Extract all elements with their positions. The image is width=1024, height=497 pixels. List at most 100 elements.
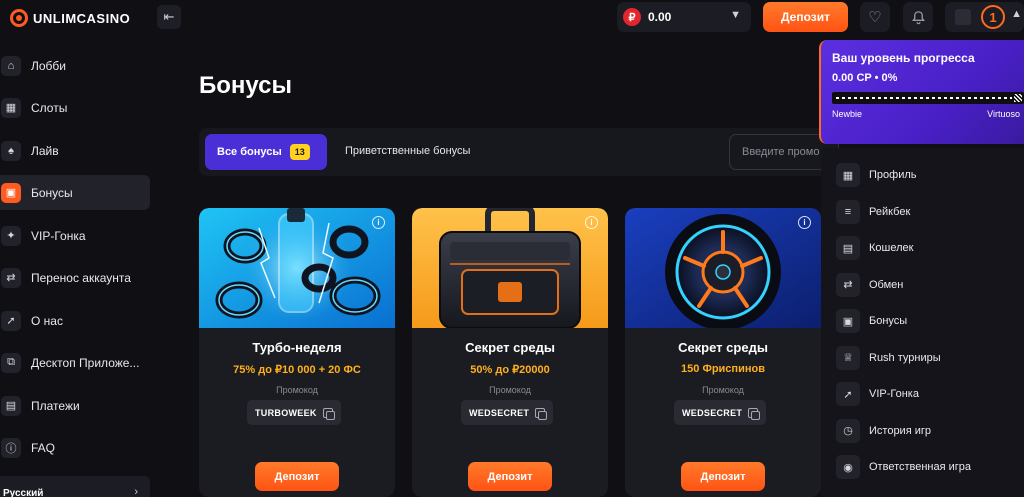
user-menu-item-2[interactable]: ≡ Рейкбек: [836, 199, 1024, 225]
turbo-week-illustration: [199, 208, 395, 328]
wallet-icon: ▤: [836, 236, 860, 260]
sidebar-item-label: Лобби: [31, 58, 66, 73]
user-menu-item-7[interactable]: ➚ VIP-Гонка: [836, 381, 1024, 407]
clock-icon: ◷: [836, 418, 860, 443]
promo-code: WEDSECRET: [469, 407, 530, 418]
sidebar-item-label: Лайв: [31, 143, 59, 158]
card-deposit-button[interactable]: Депозит: [255, 462, 339, 491]
transfer-icon: ⇄: [1, 267, 21, 288]
page-title: Бонусы: [199, 72, 292, 99]
bonus-offer: 50% до ₽20000: [470, 364, 550, 376]
currency-icon: ₽: [623, 8, 641, 26]
home-icon: ⌂: [1, 55, 21, 76]
sidebar-item-1[interactable]: ⌂ Лобби: [0, 48, 150, 83]
language-selector[interactable]: Русский ›: [0, 476, 150, 497]
balance-selector[interactable]: ₽ 0.00 ▼: [617, 2, 751, 32]
favorites-button[interactable]: ♡: [860, 2, 890, 32]
user-menu-item-8[interactable]: ◷ История игр: [836, 418, 1024, 444]
bonus-offer: 150 Фриспинов: [681, 363, 765, 375]
deposit-button[interactable]: Депозит: [763, 2, 848, 32]
user-menu-item-5[interactable]: ▣ Бонусы: [836, 308, 1024, 334]
sparkle-icon: ✦: [1, 225, 21, 246]
bonus-title: Секрет среды: [678, 340, 768, 355]
bonus-card-image: i: [199, 208, 395, 328]
sidebar-item-label: Перенос аккаунта: [31, 270, 131, 285]
bonus-offer: 75% до ₽10 000 + 20 ФС: [233, 364, 361, 376]
user-menu-item-3[interactable]: ▤ Кошелек: [836, 235, 1024, 261]
progress-bar: [832, 92, 1024, 104]
promo-label: Промокод: [489, 385, 531, 395]
progress-stats: 0.00 CP • 0%: [832, 72, 898, 84]
top-bar: unlimcasino ⇤ ₽ 0.00 ▼ Депозит ♡ 1 ▲: [0, 0, 1024, 34]
tab-welcome-bonuses[interactable]: Приветственные бонусы: [345, 145, 470, 157]
sidebar-item-2[interactable]: ▦ Слоты: [0, 90, 150, 125]
info-icon[interactable]: i: [798, 216, 811, 229]
sidebar-item-label: Десктоп Приложе...: [31, 355, 140, 370]
transfer-icon: ⇄: [836, 272, 860, 297]
sidebar-item-label: FAQ: [31, 440, 56, 455]
balance-value: 0.00: [648, 10, 672, 24]
user-menu-label: Rush турниры: [869, 351, 941, 364]
user-menu-label: VIP-Гонка: [869, 388, 919, 400]
bonus-card: i Секрет среды 50% до ₽20000 Промокод WE…: [412, 208, 608, 497]
bell-icon: [911, 10, 925, 24]
copy-icon: [748, 407, 761, 420]
info-icon: ⓘ: [1, 437, 21, 458]
sidebar-item-8[interactable]: ⧉ Десктоп Приложе...: [0, 345, 150, 380]
bonus-card: i Секрет среды 150 Фриспинов Промокод WE…: [625, 208, 821, 497]
user-menu-toggle[interactable]: 1 ▲: [945, 2, 1024, 32]
progress-title: Ваш уровень прогресса: [832, 51, 975, 65]
sidebar-item-label: Бонусы: [31, 185, 73, 200]
collapse-icon: ⇤: [163, 9, 175, 24]
sidebar-item-9[interactable]: ▤ Платежи: [0, 388, 150, 423]
chevron-right-icon: ›: [134, 486, 138, 497]
grid-icon: ▦: [836, 163, 860, 187]
user-menu-label: Кошелек: [869, 242, 914, 254]
info-icon[interactable]: i: [372, 216, 385, 229]
promo-code: TURBOWEEK: [255, 407, 317, 418]
level-badge: 1: [981, 5, 1005, 29]
bonus-title: Секрет среды: [465, 340, 555, 355]
progress-panel: Ваш уровень прогресса 0.00 CP • 0% Newbi…: [819, 40, 1024, 144]
eye-icon: ◉: [836, 455, 860, 479]
rocket-icon: ➚: [836, 382, 860, 406]
suitcase-illustration: [412, 208, 608, 328]
sidebar-item-3[interactable]: ♠ Лайв: [0, 133, 150, 168]
sidebar-item-label: VIP-Гонка: [31, 228, 86, 243]
promo-code-chip[interactable]: WEDSECRET: [461, 400, 554, 425]
user-menu-item-6[interactable]: ♕ Rush турниры: [836, 345, 1024, 371]
sidebar-item-7[interactable]: ➚ О нас: [0, 303, 150, 338]
logo[interactable]: unlimcasino: [10, 9, 130, 27]
trophy-icon: ♕: [836, 345, 860, 370]
user-menu-item-1[interactable]: ▦ Профиль: [836, 162, 1024, 188]
bonus-card: i Турбо-неделя 75% до ₽10 000 + 20 ФС Пр…: [199, 208, 395, 497]
progress-track-dashes: [836, 97, 1012, 99]
card-deposit-button[interactable]: Депозит: [681, 462, 765, 491]
user-menu-item-4[interactable]: ⇄ Обмен: [836, 272, 1024, 298]
bonus-tabs: Все бонусы 13 Приветственные бонусы: [199, 128, 839, 176]
sidebar-item-4[interactable]: ▣ Бонусы: [0, 175, 150, 210]
promo-code-chip[interactable]: TURBOWEEK: [247, 400, 341, 425]
external-link-icon: ⧉: [1, 352, 21, 373]
sidebar-item-10[interactable]: ⓘ FAQ: [0, 430, 150, 465]
bonus-title: Турбо-неделя: [252, 340, 342, 355]
card-deposit-button[interactable]: Депозит: [468, 462, 552, 491]
sidebar-item-label: Платежи: [31, 398, 80, 413]
collapse-sidebar-button[interactable]: ⇤: [157, 5, 181, 29]
wheel-illustration: [625, 208, 821, 328]
user-menu-label: Профиль: [869, 169, 917, 181]
spade-icon: ♠: [1, 140, 21, 161]
sidebar-item-label: О нас: [31, 313, 63, 328]
info-icon[interactable]: i: [585, 216, 598, 229]
sidebar-item-5[interactable]: ✦ VIP-Гонка: [0, 218, 150, 253]
user-menu-item-9[interactable]: ◉ Ответственная игра: [836, 454, 1024, 480]
finish-flag-icon: [1014, 94, 1022, 102]
tab-all-bonuses[interactable]: Все бонусы 13: [205, 134, 327, 170]
ticket-icon: ▣: [836, 309, 860, 333]
promo-code-chip[interactable]: WEDSECRET: [674, 400, 767, 425]
promo-code: WEDSECRET: [682, 407, 743, 418]
notifications-button[interactable]: [903, 2, 933, 32]
sidebar-item-6[interactable]: ⇄ Перенос аккаунта: [0, 260, 150, 295]
progress-start-level: Newbie: [832, 109, 863, 119]
copy-icon: [535, 407, 548, 420]
